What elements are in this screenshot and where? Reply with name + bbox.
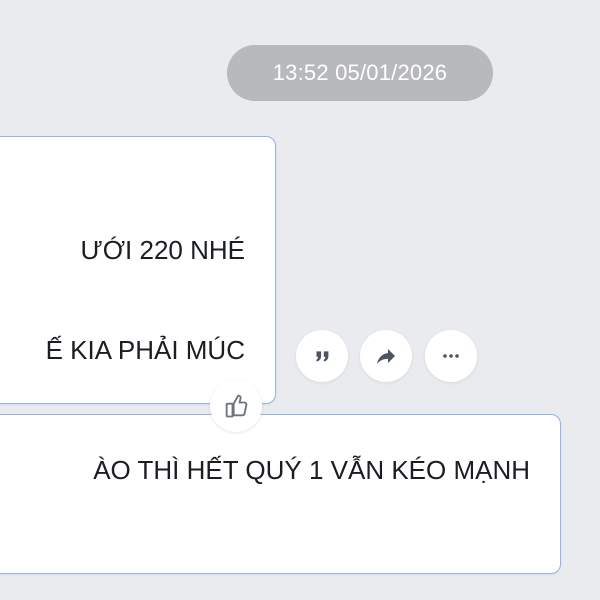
share-icon — [374, 344, 398, 368]
thumbs-up-icon — [222, 392, 250, 420]
more-options-button[interactable] — [425, 330, 477, 382]
quote-icon — [311, 345, 333, 367]
message-text-line: ƯỚI 220 NHÉ — [80, 235, 245, 265]
like-reaction-button[interactable] — [210, 380, 262, 432]
message-timestamp: 13:52 05/01/2026 — [227, 45, 493, 101]
message-bubble[interactable]: ÀO THÌ HẾT QUÝ 1 VẪN KÉO MẠNH — [0, 414, 561, 574]
message-text-line: Ế KIA PHẢI MÚC — [45, 335, 245, 365]
message-bubble[interactable]: ƯỚI 220 NHÉ Ế KIA PHẢI MÚC — [0, 136, 276, 404]
quote-reply-button[interactable] — [296, 330, 348, 382]
share-button[interactable] — [360, 330, 412, 382]
more-icon — [439, 344, 463, 368]
message-text-line: ÀO THÌ HẾT QUÝ 1 VẪN KÉO MẠNH — [93, 455, 530, 485]
